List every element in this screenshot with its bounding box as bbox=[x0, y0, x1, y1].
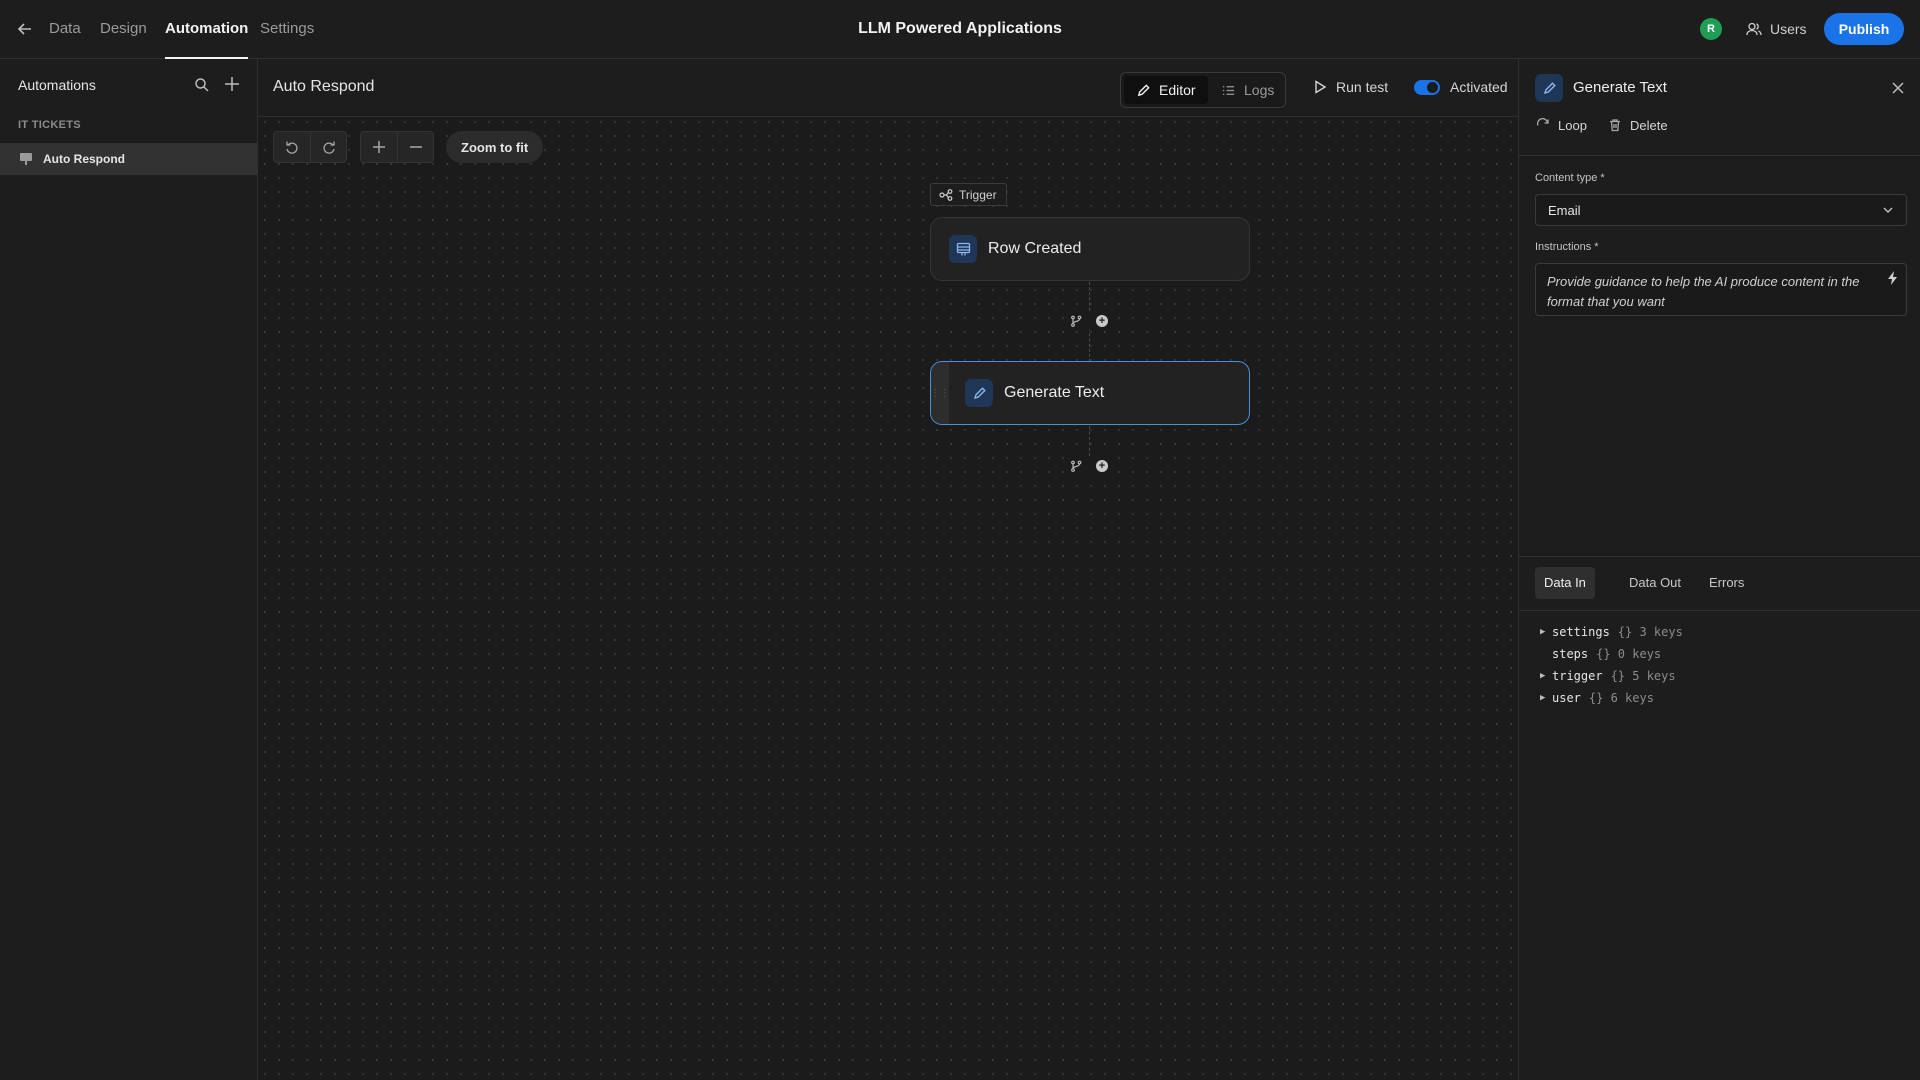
tree-row-settings[interactable]: ▶ settings {} 3 keys bbox=[1540, 623, 1683, 641]
automation-canvas[interactable]: Auto Respond Editor Logs Run test Activa… bbox=[258, 59, 1518, 1080]
pencil-icon bbox=[1136, 83, 1151, 98]
loop-icon bbox=[1536, 118, 1550, 132]
undo-icon[interactable] bbox=[274, 132, 310, 162]
content-type-select[interactable]: Email bbox=[1535, 194, 1907, 226]
top-bar: Data Design Automation Settings LLM Powe… bbox=[0, 0, 1920, 59]
loop-label: Loop bbox=[1558, 117, 1587, 133]
panel-title: Generate Text bbox=[1573, 79, 1667, 96]
sidebar-group-label: IT TICKETS bbox=[18, 119, 81, 131]
divider bbox=[1519, 155, 1920, 156]
close-icon[interactable] bbox=[1891, 81, 1905, 95]
tree-row-trigger[interactable]: ▶ trigger {} 5 keys bbox=[1540, 667, 1676, 685]
tree-key: steps bbox=[1552, 647, 1589, 661]
editor-label: Editor bbox=[1159, 82, 1196, 98]
logs-tab[interactable]: Logs bbox=[1209, 76, 1286, 104]
tree-key: user bbox=[1552, 691, 1581, 705]
branch-icon[interactable] bbox=[1070, 315, 1082, 327]
node-label: Generate Text bbox=[1004, 384, 1105, 401]
activated-toggle[interactable] bbox=[1414, 79, 1440, 95]
delete-label: Delete bbox=[1630, 117, 1668, 133]
add-step-icon[interactable]: + bbox=[1096, 460, 1108, 472]
step-config-panel: Generate Text Loop Delete Content type *… bbox=[1518, 59, 1920, 1080]
chevron-down-icon bbox=[1882, 204, 1894, 216]
avatar[interactable]: R bbox=[1700, 18, 1722, 40]
table-row-icon bbox=[20, 153, 32, 165]
add-automation-icon[interactable] bbox=[222, 74, 242, 94]
content-type-value: Email bbox=[1548, 202, 1581, 218]
tree-meta: {} 3 keys bbox=[1617, 625, 1683, 639]
nav-tab-settings[interactable]: Settings bbox=[260, 0, 314, 59]
play-icon bbox=[1314, 80, 1327, 94]
list-icon bbox=[1221, 83, 1236, 98]
caret-right-icon[interactable]: ▶ bbox=[1540, 627, 1552, 637]
drag-handle-icon[interactable]: ⋮⋮ bbox=[931, 362, 950, 424]
delete-button[interactable]: Delete bbox=[1608, 115, 1668, 135]
editor-tab[interactable]: Editor bbox=[1124, 76, 1208, 104]
tab-data-in[interactable]: Data In bbox=[1535, 567, 1595, 599]
caret-right-icon[interactable]: ▶ bbox=[1540, 671, 1552, 681]
view-switch: Editor Logs bbox=[1120, 72, 1286, 108]
sidebar-item-auto-respond[interactable]: Auto Respond bbox=[0, 143, 257, 175]
table-row-icon bbox=[949, 235, 977, 263]
nav-tab-automation[interactable]: Automation bbox=[165, 0, 249, 59]
tree-key: trigger bbox=[1552, 669, 1603, 683]
redo-icon[interactable] bbox=[310, 132, 346, 162]
tab-data-out[interactable]: Data Out bbox=[1620, 567, 1690, 599]
tree-meta: {} 0 keys bbox=[1596, 647, 1662, 661]
users-icon bbox=[1746, 22, 1762, 36]
step-actions: + bbox=[1064, 312, 1114, 330]
trigger-label: Trigger bbox=[959, 187, 997, 202]
run-test-label: Run test bbox=[1336, 79, 1389, 95]
automation-name: Auto Respond bbox=[273, 78, 375, 95]
tree-row-user[interactable]: ▶ user {} 6 keys bbox=[1540, 689, 1654, 707]
users-button[interactable]: Users bbox=[1746, 16, 1807, 42]
users-label: Users bbox=[1770, 21, 1807, 37]
tree-meta: {} 6 keys bbox=[1588, 691, 1654, 705]
pencil-icon bbox=[1535, 74, 1563, 102]
back-arrow-icon[interactable] bbox=[14, 18, 36, 40]
tree-row-steps: steps {} 0 keys bbox=[1540, 645, 1661, 663]
zoom-out-icon[interactable] bbox=[397, 132, 433, 162]
activation-control: Activated bbox=[1414, 79, 1508, 95]
step-actions: + bbox=[1064, 457, 1114, 475]
caret-right-icon[interactable]: ▶ bbox=[1540, 693, 1552, 703]
zoom-in-icon[interactable] bbox=[361, 132, 397, 162]
run-test-button[interactable]: Run test bbox=[1314, 79, 1388, 95]
automations-sidebar: Automations IT TICKETS Auto Respond bbox=[0, 59, 258, 1080]
divider bbox=[1519, 610, 1920, 611]
sidebar-title: Automations bbox=[18, 77, 96, 93]
nav-tab-data[interactable]: Data bbox=[49, 0, 81, 59]
instructions-field[interactable]: Provide guidance to help the AI produce … bbox=[1535, 263, 1907, 316]
activated-label: Activated bbox=[1450, 79, 1508, 95]
trigger-tag: Trigger bbox=[930, 183, 1007, 206]
history-controls bbox=[273, 131, 347, 163]
search-icon[interactable] bbox=[193, 76, 211, 94]
instructions-label: Instructions * bbox=[1535, 241, 1599, 253]
tree-key: settings bbox=[1552, 625, 1610, 639]
logs-label: Logs bbox=[1244, 82, 1275, 98]
connector-line bbox=[1089, 426, 1090, 456]
flow-node-row-created[interactable]: Row Created bbox=[930, 217, 1250, 281]
pencil-icon bbox=[965, 379, 993, 407]
loop-button[interactable]: Loop bbox=[1536, 115, 1587, 135]
zoom-to-fit-button[interactable]: Zoom to fit bbox=[446, 131, 544, 163]
trigger-icon bbox=[939, 188, 953, 201]
divider bbox=[1519, 556, 1920, 557]
canvas-header: Auto Respond Editor Logs Run test Activa… bbox=[258, 59, 1518, 117]
zoom-controls bbox=[360, 131, 434, 163]
tab-errors[interactable]: Errors bbox=[1700, 567, 1753, 599]
publish-button[interactable]: Publish bbox=[1824, 13, 1904, 45]
content-type-label: Content type * bbox=[1535, 172, 1605, 184]
nav-tab-design[interactable]: Design bbox=[100, 0, 147, 59]
trash-icon bbox=[1608, 118, 1622, 132]
sidebar-item-label: Auto Respond bbox=[43, 152, 125, 166]
node-label: Row Created bbox=[988, 240, 1082, 257]
branch-icon[interactable] bbox=[1070, 460, 1082, 472]
flow-node-generate-text[interactable]: ⋮⋮ Generate Text bbox=[930, 361, 1250, 425]
add-step-icon[interactable]: + bbox=[1096, 315, 1108, 327]
lightning-icon[interactable] bbox=[1887, 271, 1899, 285]
tree-meta: {} 5 keys bbox=[1610, 669, 1676, 683]
